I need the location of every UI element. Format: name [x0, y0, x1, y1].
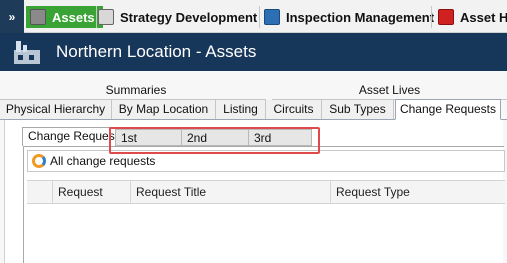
app-tab-label: Assets — [52, 9, 95, 25]
tab-group-asset-lives: Asset Lives — [358, 83, 421, 97]
expand-chevron-icon[interactable]: » — [0, 0, 24, 33]
filter-label: All change requests — [50, 154, 156, 168]
tab-sub-types[interactable]: Sub Types — [322, 100, 394, 119]
app-tab-label: Inspection Management — [286, 9, 435, 25]
page-banner: Northern Location - Assets — [0, 33, 507, 71]
app-tab-label: Asset He — [460, 9, 507, 25]
tab-change-requests[interactable]: Change Requests — [395, 99, 501, 120]
app-tab-bar: » Assets Strategy Development Inspection… — [0, 0, 507, 33]
change-requests-panel: All change requests Request Request Titl… — [23, 146, 505, 263]
tab-physical-hierarchy[interactable]: Physical Hierarchy — [0, 100, 112, 119]
tab-group-summaries: Summaries — [105, 83, 167, 97]
grid-row-selector-header — [27, 181, 52, 203]
app-tab-strategy-development[interactable]: Strategy Development — [98, 6, 257, 28]
factory-icon — [14, 41, 40, 64]
tab-by-map-location[interactable]: By Map Location — [112, 100, 216, 119]
grid-header: Request Request Title Request Type — [27, 180, 505, 204]
divider — [259, 6, 260, 28]
tab-strip: Physical Hierarchy By Map Location Listi… — [0, 99, 507, 120]
column-header-request-type[interactable]: Request Type — [330, 181, 505, 203]
app-tab-label: Strategy Development — [120, 9, 258, 25]
assets-icon — [30, 9, 46, 25]
app-tab-assets[interactable]: Assets — [26, 6, 103, 28]
tab-listing[interactable]: Listing — [216, 100, 266, 119]
page-title: Northern Location - Assets — [56, 42, 257, 61]
inspection-icon — [264, 9, 280, 25]
review-tabs-highlight — [109, 127, 320, 154]
divider — [431, 6, 432, 28]
app-tab-asset-health[interactable]: Asset He — [438, 6, 507, 28]
app-tab-inspection-management[interactable]: Inspection Management — [264, 6, 434, 28]
strategy-icon — [98, 9, 114, 25]
refresh-icon — [32, 154, 46, 168]
asset-health-icon — [438, 9, 454, 25]
divider — [96, 6, 97, 28]
column-header-request-title[interactable]: Request Title — [130, 181, 330, 203]
tab-circuits[interactable]: Circuits — [266, 100, 322, 119]
column-header-request[interactable]: Request — [52, 181, 130, 203]
main-panel: Summaries Asset Lives Physical Hierarchy… — [0, 71, 507, 263]
